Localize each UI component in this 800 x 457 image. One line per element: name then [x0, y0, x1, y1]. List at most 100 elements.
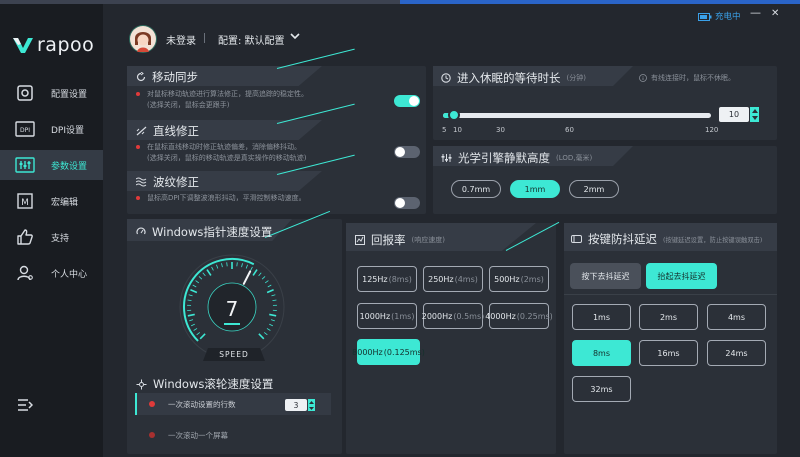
angle-snap-desc: 在鼠标直线移动时修正轨迹偏差，消除偏移抖动。 (选择关闭，鼠标的移动轨迹是真实操…: [136, 142, 306, 164]
polling-option-4000[interactable]: 4000Hz (0.25ms): [485, 303, 553, 329]
gauge-tick: [272, 299, 277, 301]
polling-label: 回报率: [371, 233, 406, 247]
scroll-option-label: 一次滚动设置的行数: [168, 399, 236, 409]
sleep-stepper[interactable]: [750, 107, 759, 122]
polling-sub-label: (4ms): [454, 274, 478, 284]
polling-sub-label: (0.5ms): [453, 311, 485, 321]
stepper-down-icon[interactable]: [751, 116, 758, 121]
charging-status: 充电中: [715, 12, 741, 22]
polling-option-1000[interactable]: 1000Hz (1ms): [357, 303, 417, 329]
gauge-tick: [258, 272, 262, 277]
sleep-note: 有线连接时，鼠标不休眠。: [639, 73, 735, 83]
avatar[interactable]: [129, 25, 157, 53]
gauge-tick: [202, 272, 206, 277]
debounce-option-24ms[interactable]: 24ms: [707, 340, 766, 366]
sleep-label: 进入休眠的等待时长: [457, 71, 561, 85]
scroll-speed-label: Windows滚轮速度设置: [153, 377, 274, 391]
debounce-option-1ms[interactable]: 1ms: [572, 304, 631, 330]
lod-option-2mm[interactable]: 2mm: [569, 180, 619, 198]
wave-icon: [136, 177, 147, 187]
macro-icon: M: [15, 191, 35, 211]
debounce-unit: (按键延迟设置，防止按键误触双击): [663, 236, 763, 244]
debounce-option-8ms[interactable]: 8ms: [572, 340, 631, 366]
debounce-option-4ms[interactable]: 4ms: [707, 304, 766, 330]
gauge-tick: [221, 263, 223, 268]
press-debounce-tab[interactable]: 按下去抖延迟: [570, 263, 641, 289]
lod-option-0-7mm[interactable]: 0.7mm: [451, 180, 501, 198]
debounce-option-16ms[interactable]: 16ms: [639, 340, 698, 366]
gauge-tick: [189, 319, 194, 322]
ripple-toggle[interactable]: [394, 197, 420, 209]
lod-option-1mm[interactable]: 1mm: [510, 180, 560, 198]
sidebar-item-label: 宏编辑: [51, 197, 79, 208]
tick-label: 120: [705, 126, 719, 134]
sleep-value-input[interactable]: 10: [719, 107, 749, 122]
speed-label: SPEED: [203, 348, 265, 361]
debounce-label: 按键防抖延迟: [588, 232, 657, 246]
radio-dot: [149, 401, 155, 407]
config-selector[interactable]: 配置: 默认配置: [218, 32, 285, 47]
brand-text: rapoo: [37, 34, 95, 56]
pointer-speed-title: Windows指针速度设置: [136, 224, 272, 240]
motion-sync-desc-line1: 对鼠标移动轨迹进行算法修正，提高追踪的稳定性。: [147, 90, 308, 98]
polling-option-500[interactable]: 500Hz (2ms): [489, 266, 549, 292]
sidebar: rapoo 配置设置 DPI DPI设置 参数设置 M 宏编辑 支持 个人中心: [0, 4, 103, 457]
polling-option-125[interactable]: 125Hz (8ms): [357, 266, 417, 292]
gauge-tick: [266, 289, 274, 294]
motion-sync-toggle[interactable]: [394, 95, 420, 107]
sleep-note-text: 有线连接时，鼠标不休眠。: [651, 74, 735, 82]
scroll-option-screen[interactable]: 一次滚动一个屏幕: [135, 424, 331, 446]
gauge-tick: [193, 328, 198, 331]
angle-snap-toggle[interactable]: [394, 146, 420, 158]
stepper-up-icon[interactable]: [309, 400, 314, 404]
gauge-tick: [252, 269, 258, 276]
polling-option-2000[interactable]: 2000Hz (0.5ms): [422, 303, 485, 329]
pointer-speed-panel: Windows指针速度设置 7 SPEED Windows滚轮速度设置 一次滚动…: [127, 210, 342, 454]
gauge-tick: [188, 294, 193, 297]
polling-main-label: 8000Hz: [352, 347, 383, 357]
sidebar-item-macro[interactable]: M 宏编辑: [0, 186, 103, 216]
polling-option-250[interactable]: 250Hz (4ms): [423, 266, 483, 292]
gauge-tick: [190, 289, 198, 294]
sleep-unit: (分钟): [566, 74, 586, 82]
gauge-tick: [269, 313, 277, 317]
sleep-slider-track[interactable]: [443, 113, 711, 118]
motion-sync-desc: 对鼠标移动轨迹进行算法修正，提高追踪的稳定性。 (选择关闭，鼠标会更跟手): [136, 89, 308, 111]
ripple-label: 波纹修正: [153, 175, 199, 189]
radio-dot: [149, 432, 155, 438]
clock-icon: [441, 73, 451, 83]
polling-sub-label: (0.125ms): [383, 347, 425, 357]
close-button[interactable]: ✕: [771, 8, 779, 19]
svg-text:M: M: [21, 198, 29, 208]
stepper-up-icon[interactable]: [751, 108, 758, 113]
menu-icon[interactable]: [17, 398, 34, 415]
polling-unit: (响应速度): [411, 236, 445, 244]
sidebar-item-config[interactable]: 配置设置: [0, 78, 103, 108]
debounce-option-32ms[interactable]: 32ms: [572, 376, 631, 402]
release-debounce-tab[interactable]: 抬起去抖延迟: [646, 263, 717, 289]
scroll-stepper[interactable]: [308, 399, 315, 411]
gauge-needle[interactable]: [242, 270, 252, 285]
login-status[interactable]: 未登录: [166, 32, 196, 47]
deco-line: [276, 48, 355, 69]
chevron-down-icon[interactable]: [289, 30, 301, 45]
polling-title: 回报率 (响应速度): [355, 232, 445, 248]
sleep-slider-handle[interactable]: [447, 109, 460, 121]
debounce-option-2ms[interactable]: 2ms: [639, 304, 698, 330]
sidebar-item-profile[interactable]: 个人中心: [0, 258, 103, 288]
sidebar-item-params[interactable]: 参数设置: [0, 150, 103, 180]
polling-main-label: 250Hz: [428, 274, 454, 284]
tick-label: 30: [496, 126, 505, 134]
sidebar-item-support[interactable]: 支持: [0, 222, 103, 252]
minimize-button[interactable]: —: [750, 6, 761, 19]
header-divider: [204, 33, 205, 43]
gauge-tick: [258, 333, 265, 340]
ripple-desc-line1: 鼠标高DPI下调整波浪形抖动，平滑控制移动速度。: [147, 194, 306, 202]
stepper-down-icon[interactable]: [309, 406, 314, 410]
tick-label: 10: [453, 126, 462, 134]
sidebar-item-dpi[interactable]: DPI DPI设置: [0, 114, 103, 144]
scroll-lines-input[interactable]: 3: [285, 399, 307, 411]
value-underline: [224, 323, 240, 325]
sidebar-item-label: 配置设置: [51, 89, 88, 100]
polling-option-8000[interactable]: 8000Hz (0.125ms): [352, 339, 425, 365]
